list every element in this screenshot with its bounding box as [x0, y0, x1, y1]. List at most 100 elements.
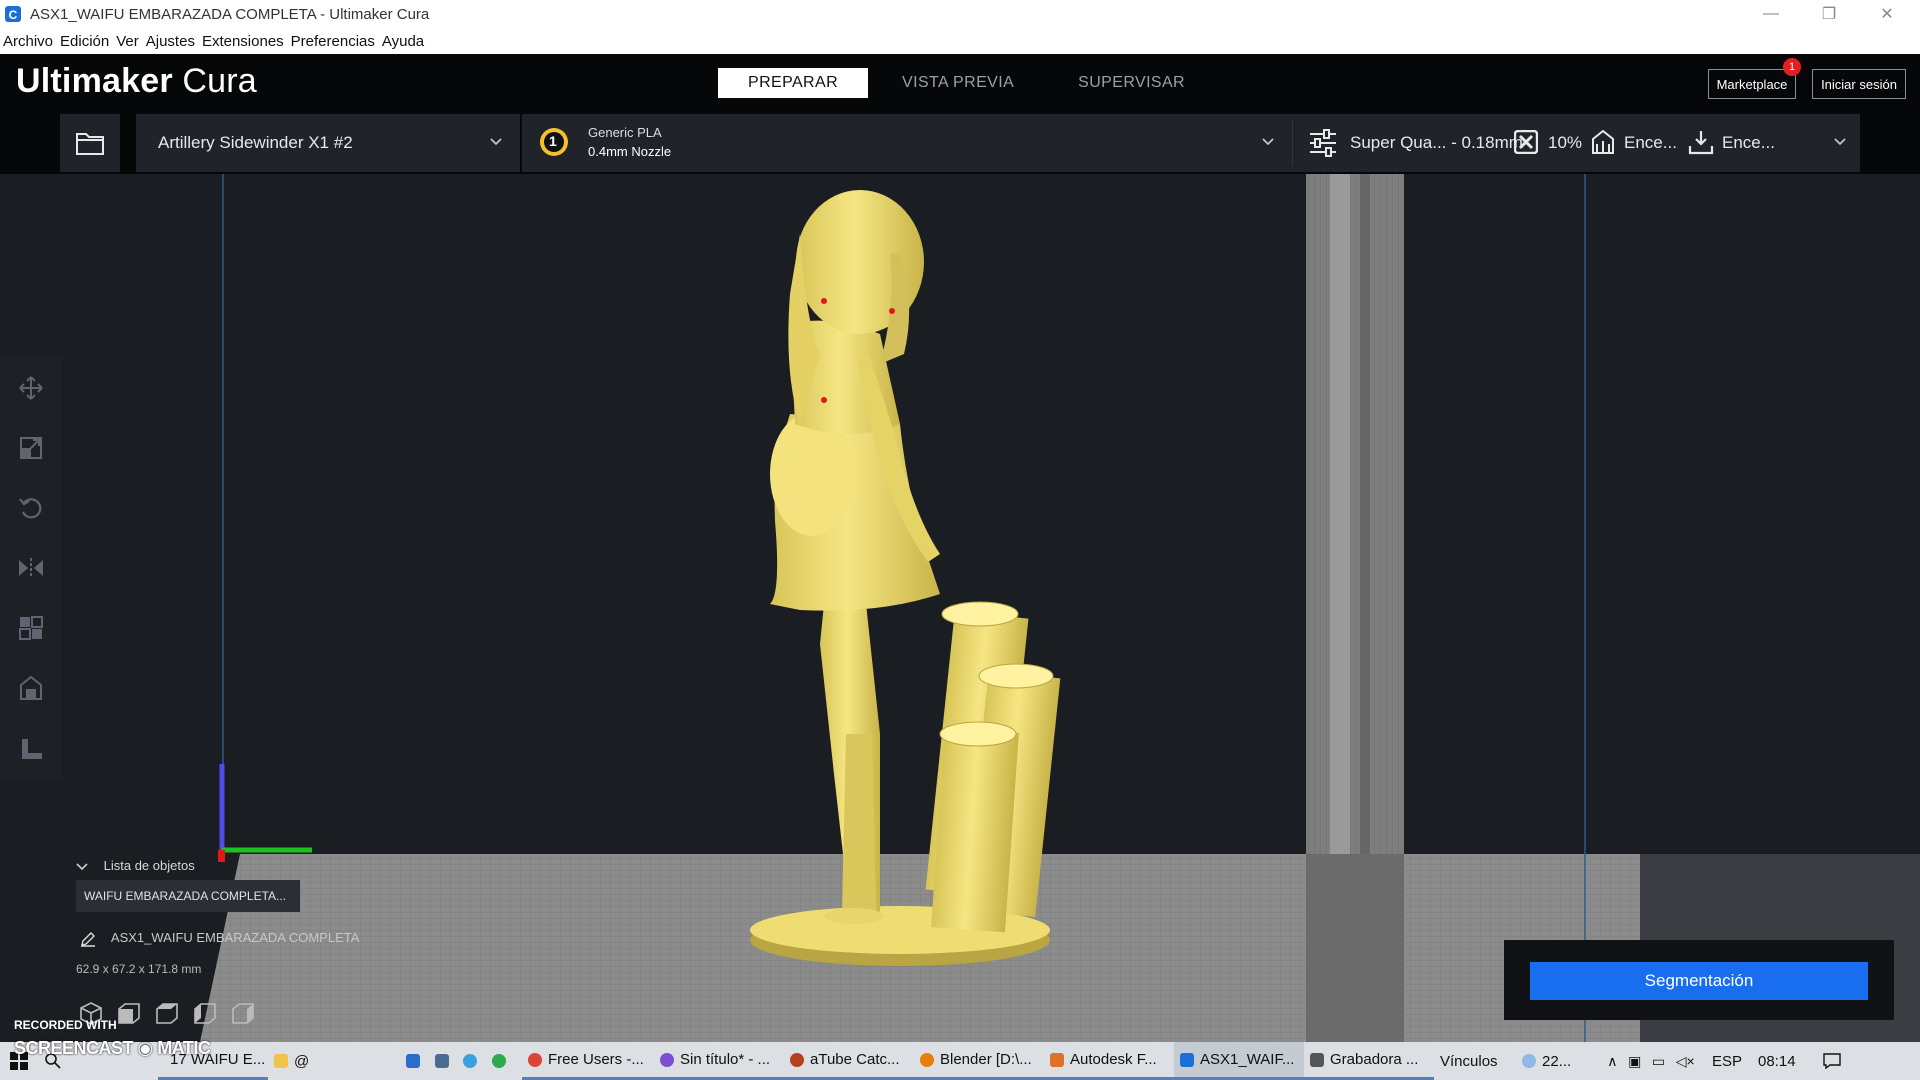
notifications-button[interactable]	[1812, 1042, 1852, 1080]
weather-widget[interactable]: 22...	[1516, 1042, 1596, 1080]
tab-vista-previa[interactable]: VISTA PREVIA	[872, 68, 1044, 98]
cura-app-icon	[1180, 1052, 1194, 1067]
job-toolbar: Artillery Sidewinder X1 #2 1 Generic PLA…	[0, 110, 1920, 174]
object-list-title: Lista de objetos	[103, 858, 195, 873]
object-name-row[interactable]: ASX1_WAIFU EMBARAZADA COMPLETA	[80, 930, 359, 947]
tool-panel	[0, 358, 62, 778]
lay-flat-tool[interactable]	[0, 718, 62, 778]
support-blocker-icon	[20, 675, 42, 700]
left-view-icon[interactable]	[192, 1000, 218, 1026]
minimize-button[interactable]: —	[1742, 0, 1800, 28]
scale-icon	[20, 437, 42, 459]
mail-icon[interactable]	[406, 1054, 421, 1068]
per-model-settings-icon	[19, 616, 43, 640]
menu-archivo[interactable]: Archivo	[3, 33, 53, 50]
atube-icon	[790, 1052, 804, 1067]
menu-bar: Archivo Edición Ver Ajustes Extensiones …	[0, 28, 1920, 54]
window-titlebar: C ASX1_WAIFU EMBARAZADA COMPLETA - Ultim…	[0, 0, 1920, 28]
fusion-icon	[1050, 1052, 1064, 1067]
open-file-button[interactable]	[60, 114, 120, 172]
material-name: Generic PLA	[588, 125, 662, 140]
taskbar-app-mail[interactable]: @	[268, 1042, 396, 1080]
taskbar-app-autodesk[interactable]: Autodesk F...	[1044, 1042, 1174, 1080]
quality-profile: Super Qua... - 0.18mm	[1350, 133, 1523, 152]
menu-ver[interactable]: Ver	[116, 33, 139, 50]
infill-percent: 10%	[1548, 133, 1583, 152]
taskbar-app-atube[interactable]: aTube Catc...	[784, 1042, 914, 1080]
cortana-icon[interactable]	[463, 1054, 478, 1068]
blender-icon	[920, 1052, 934, 1067]
tab-supervisar[interactable]: SUPERVISAR	[1048, 68, 1215, 98]
top-view-icon[interactable]	[154, 1000, 180, 1026]
printer-selector[interactable]: Artillery Sidewinder X1 #2	[136, 114, 520, 172]
calculator-icon[interactable]	[434, 1054, 449, 1068]
taskbar-app-recorder[interactable]: Grabadora ...	[1304, 1042, 1434, 1080]
taskbar-app-paint[interactable]: Sin título* - ...	[654, 1042, 784, 1080]
rotate-tool[interactable]	[0, 478, 62, 538]
taskbar-app-chrome[interactable]: Free Users -...	[522, 1042, 654, 1080]
print-settings-bar[interactable]: 1 Generic PLA 0.4mm Nozzle Super Qua... …	[522, 114, 1860, 172]
stage-tabs: PREPARAR VISTA PREVIA SUPERVISAR	[718, 68, 1219, 98]
folder-icon	[76, 133, 104, 155]
taskbar-links-toolbar[interactable]: Vínculos	[1434, 1042, 1516, 1080]
slice-button[interactable]: Segmentación	[1530, 962, 1868, 1000]
clock[interactable]: 08:14	[1752, 1042, 1812, 1080]
menu-ayuda[interactable]: Ayuda	[382, 33, 424, 50]
recorder-watermark-line1: RECORDED WITH	[14, 1018, 117, 1032]
cloud-icon	[1522, 1054, 1536, 1068]
object-list-header[interactable]: Lista de objetos	[76, 858, 195, 873]
marketplace-button[interactable]: Marketplace	[1708, 69, 1796, 99]
language-indicator[interactable]: ESP	[1706, 1042, 1752, 1080]
chevron-down-icon	[1834, 138, 1846, 146]
object-dimensions: 62.9 x 67.2 x 171.8 mm	[76, 962, 202, 976]
menu-ajustes[interactable]: Ajustes	[146, 33, 195, 50]
chevron-down-icon	[76, 862, 88, 870]
settings-sliders-icon	[1310, 129, 1336, 157]
recorder-icon	[1310, 1052, 1324, 1067]
front-view-icon[interactable]	[116, 1000, 142, 1026]
battery-icon[interactable]: ▭	[1652, 1053, 1665, 1070]
app-header: Ultimaker Cura PREPARAR VISTA PREVIA SUP…	[0, 54, 1920, 110]
move-tool[interactable]	[0, 358, 62, 418]
volume-muted-icon[interactable]: ◁×	[1676, 1053, 1695, 1070]
window-title: ASX1_WAIFU EMBARAZADA COMPLETA - Ultimak…	[30, 5, 430, 23]
taskbar-app-cura[interactable]: ASX1_WAIF...	[1174, 1042, 1304, 1080]
object-list-item[interactable]: WAIFU EMBARAZADA COMPLETA...	[76, 880, 300, 912]
taskbar-pinned-apps	[396, 1042, 522, 1080]
tab-preparar[interactable]: PREPARAR	[718, 68, 869, 98]
support-blocker-tool[interactable]	[0, 658, 62, 718]
notification-icon	[1823, 1053, 1841, 1069]
paint-icon	[660, 1052, 674, 1067]
nozzle-size: 0.4mm Nozzle	[588, 144, 672, 159]
folder-icon	[274, 1054, 288, 1068]
close-button[interactable]: ✕	[1858, 0, 1916, 28]
scale-tool[interactable]	[0, 418, 62, 478]
adhesion-setting: Ence...	[1722, 133, 1775, 152]
taskbar-app-blender[interactable]: Blender [D:\...	[914, 1042, 1044, 1080]
mirror-icon	[19, 558, 43, 578]
rotate-icon	[19, 498, 42, 519]
chrome-icon[interactable]	[491, 1054, 506, 1068]
chevron-up-icon[interactable]: ∧	[1607, 1053, 1617, 1070]
app-logo: Ultimaker Cura	[16, 62, 257, 100]
cura-app-icon: C	[5, 6, 21, 22]
3d-viewport[interactable]: Lista de objetos WAIFU EMBARAZADA COMPLE…	[0, 174, 1920, 1042]
adhesion-icon	[1688, 131, 1714, 155]
windows-taskbar: 17 WAIFU E... @ Free Users -... Sin títu…	[0, 1042, 1920, 1080]
menu-preferencias[interactable]: Preferencias	[291, 33, 375, 50]
per-model-settings-tool[interactable]	[0, 598, 62, 658]
right-view-icon[interactable]	[230, 1000, 256, 1026]
action-panel: Segmentación	[1504, 940, 1894, 1020]
webcam-icon[interactable]: ▣	[1628, 1053, 1641, 1070]
marketplace-badge: 1	[1783, 58, 1801, 76]
restore-button[interactable]: ❐	[1800, 0, 1858, 28]
signin-button[interactable]: Iniciar sesión	[1812, 69, 1906, 99]
menu-edicion[interactable]: Edición	[60, 33, 109, 50]
menu-extensiones[interactable]: Extensiones	[202, 33, 284, 50]
chrome-icon	[528, 1052, 542, 1067]
pencil-icon	[81, 931, 95, 947]
mirror-tool[interactable]	[0, 538, 62, 598]
printer-name: Artillery Sidewinder X1 #2	[158, 133, 353, 152]
svg-text:C: C	[9, 8, 18, 22]
infill-icon	[1514, 130, 1538, 154]
